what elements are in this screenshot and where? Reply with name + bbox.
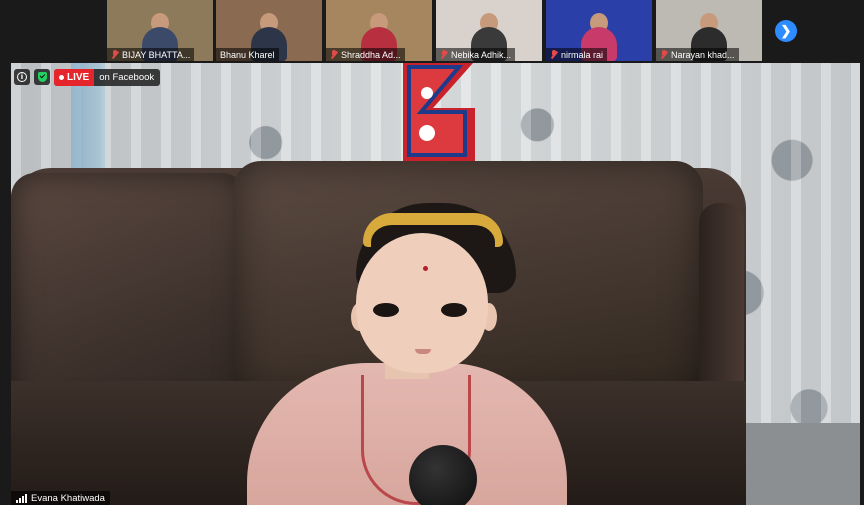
participant-name: Bhanu Kharel — [220, 49, 275, 60]
live-label: LIVE — [67, 71, 90, 83]
bindi — [423, 266, 428, 271]
active-speaker-name: Evana Khatiwada — [31, 492, 105, 504]
eye — [441, 303, 467, 317]
mouth — [415, 349, 431, 354]
eye — [373, 303, 399, 317]
active-speaker-video[interactable] — [11, 63, 860, 505]
next-participants-button[interactable]: ❯ — [775, 20, 797, 42]
participant-namebar: Narayan khad... — [656, 48, 739, 61]
participant-strip: BIJAY BHATTA... Bhanu Kharel Shraddha Ad… — [0, 0, 864, 63]
participant-name: Nebika Adhik... — [451, 49, 512, 60]
meeting-info-button[interactable]: i — [14, 69, 30, 85]
participant-name: BIJAY BHATTA... — [122, 49, 191, 60]
muted-mic-icon — [440, 50, 448, 59]
headband — [363, 213, 503, 247]
participant-tile[interactable]: Shraddha Ad... — [326, 0, 434, 61]
speaker-person — [11, 63, 860, 505]
microphone — [409, 445, 477, 505]
participant-tile[interactable]: Bhanu Kharel — [216, 0, 324, 61]
live-badge: LIVE — [54, 68, 95, 86]
participant-name: Narayan khad... — [671, 49, 735, 60]
shield-check-icon — [37, 72, 47, 82]
chevron-right-icon: ❯ — [780, 23, 792, 38]
meeting-status-bar: i LIVE on Facebook — [14, 68, 161, 86]
info-icon: i — [17, 72, 27, 82]
participant-tile[interactable]: nirmala rai — [546, 0, 654, 61]
active-speaker-namebar: Evana Khatiwada — [11, 491, 110, 505]
muted-mic-icon — [550, 50, 558, 59]
muted-mic-icon — [330, 50, 338, 59]
muted-mic-icon — [111, 50, 119, 59]
participant-namebar: BIJAY BHATTA... — [107, 48, 195, 61]
security-button[interactable] — [34, 69, 50, 85]
participant-namebar: Shraddha Ad... — [326, 48, 405, 61]
participant-namebar: Bhanu Kharel — [216, 48, 279, 61]
stream-target: on Facebook — [99, 71, 155, 83]
participant-tile[interactable]: Nebika Adhik... — [436, 0, 544, 61]
signal-strength-icon — [16, 493, 27, 503]
muted-mic-icon — [660, 50, 668, 59]
live-dot-icon — [59, 74, 64, 80]
participant-namebar: nirmala rai — [546, 48, 608, 61]
participant-tile[interactable]: Narayan khad... — [656, 0, 764, 61]
participant-namebar: Nebika Adhik... — [436, 48, 516, 61]
participant-name: nirmala rai — [561, 49, 604, 60]
participant-name: Shraddha Ad... — [341, 49, 401, 60]
live-stream-indicator[interactable]: LIVE on Facebook — [54, 68, 161, 86]
participant-tile[interactable]: BIJAY BHATTA... — [107, 0, 215, 61]
